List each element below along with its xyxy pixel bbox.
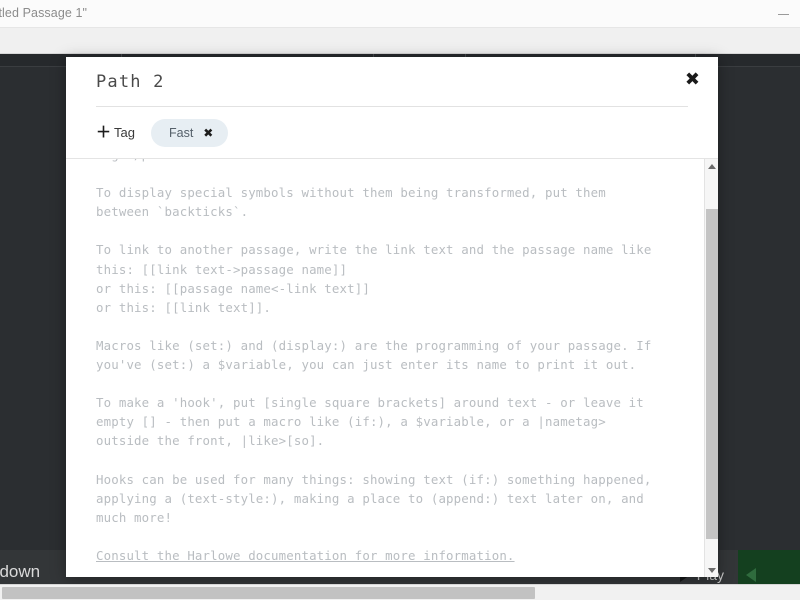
minimize-icon — [777, 13, 789, 15]
editor-placeholder-body: tags</p> are available. To display speci… — [96, 159, 652, 525]
passage-editor-dialog: Path 2 ✖ ＋ Tag Fast ✖ tags</p> are avail… — [66, 57, 718, 577]
app-screen: odown Play titled Passage 1" Path 2 ✖ ＋ — [0, 0, 800, 600]
scrollbar-thumb[interactable] — [706, 209, 718, 539]
tag-remove-icon[interactable]: ✖ — [203, 127, 213, 139]
window-horizontal-scrollbar[interactable] — [0, 584, 800, 600]
tag-chip[interactable]: Fast ✖ — [150, 118, 229, 147]
dialog-header: Path 2 ✖ — [66, 57, 718, 106]
horizontal-scrollbar-thumb[interactable] — [2, 587, 535, 599]
scroll-down-button[interactable] — [705, 563, 718, 577]
minimize-button[interactable] — [766, 0, 800, 28]
add-tag-label: Tag — [114, 125, 135, 140]
tag-chip-label: Fast — [168, 125, 194, 140]
window-title: titled Passage 1" — [0, 6, 88, 20]
passage-text-editor[interactable]: tags</p> are available. To display speci… — [66, 159, 718, 577]
window-controls — [766, 0, 800, 28]
plus-icon: ＋ — [96, 124, 112, 141]
editor-content[interactable]: tags</p> are available. To display speci… — [96, 159, 688, 565]
window-titlebar: titled Passage 1" — [0, 0, 800, 28]
editor-vertical-scrollbar[interactable] — [704, 159, 718, 577]
chevron-down-icon — [708, 567, 716, 573]
app-toolbar-strip — [0, 28, 800, 54]
bottom-left-dropdown-label[interactable]: odown — [0, 562, 40, 582]
add-tag-button[interactable]: ＋ Tag — [96, 125, 135, 140]
arrow-left-icon — [746, 568, 756, 582]
dialog-title: Path 2 — [96, 71, 165, 92]
harlowe-docs-link[interactable]: Consult the Harlowe documentation for mo… — [96, 548, 515, 563]
chevron-up-icon — [708, 163, 716, 169]
close-icon[interactable]: ✖ — [685, 71, 700, 89]
tag-toolbar: ＋ Tag Fast ✖ — [66, 107, 718, 159]
scroll-up-button[interactable] — [705, 159, 718, 173]
